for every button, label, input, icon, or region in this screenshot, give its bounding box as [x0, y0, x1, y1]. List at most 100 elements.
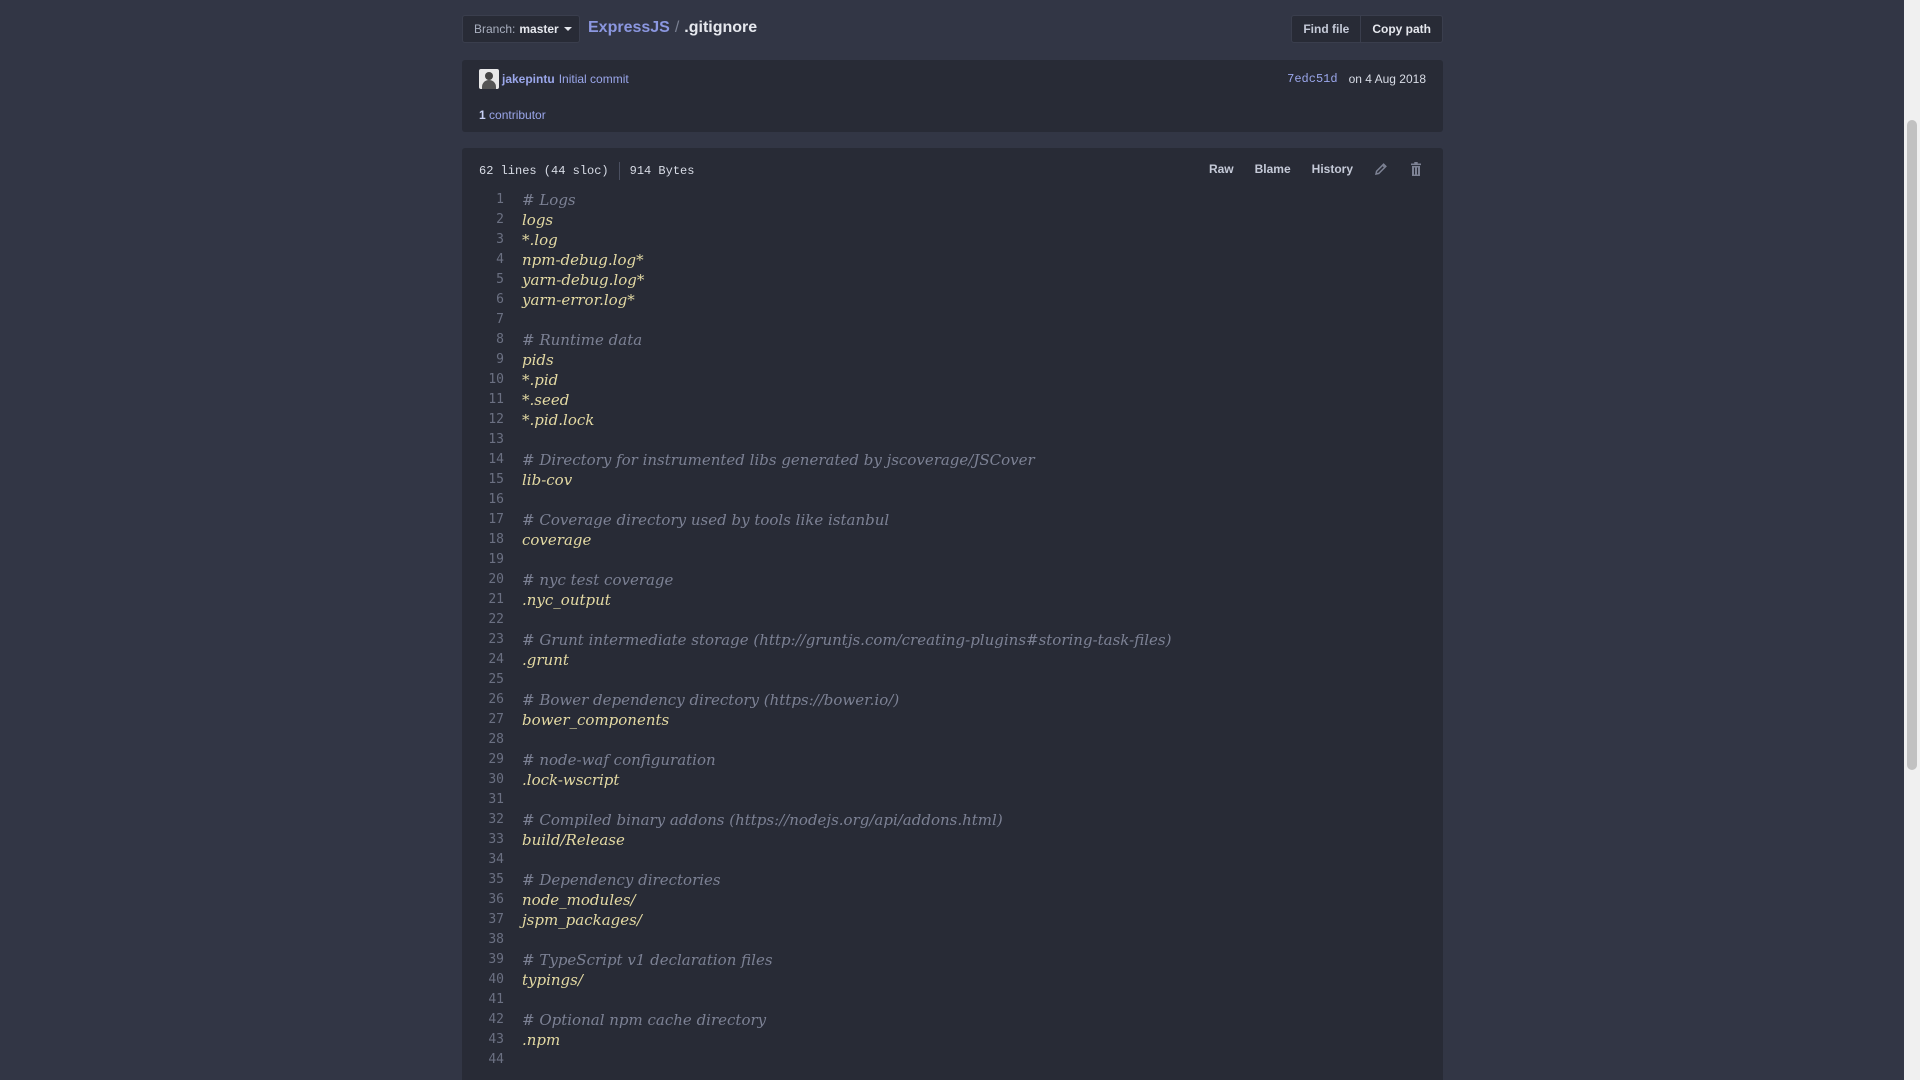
line-number[interactable]: 37: [462, 910, 504, 930]
file-info-divider: [618, 162, 620, 180]
branch-select-button[interactable]: Branch: master: [462, 15, 580, 43]
line-content: yarn-debug.log*: [522, 271, 645, 289]
code-line: 34: [462, 850, 1443, 870]
line-number[interactable]: 27: [462, 710, 504, 730]
line-content: # Logs: [522, 191, 576, 209]
vertical-scrollbar[interactable]: [1904, 0, 1920, 1080]
line-number[interactable]: 17: [462, 510, 504, 530]
code-line: 21 .nyc_output: [462, 590, 1443, 610]
scrollbar-thumb[interactable]: [1907, 120, 1917, 770]
code-line: 22: [462, 610, 1443, 630]
code-line: 3 *.log: [462, 230, 1443, 250]
line-content: npm-debug.log*: [522, 251, 644, 269]
code-line: 39 # TypeScript v1 declaration files: [462, 950, 1443, 970]
line-content: *.pid.lock: [522, 411, 595, 429]
code-line: 5 yarn-debug.log*: [462, 270, 1443, 290]
line-number[interactable]: 5: [462, 270, 504, 290]
line-number[interactable]: 2: [462, 210, 504, 230]
commit-row: jakepintu Initial commit 7edc51d on 4 Au…: [479, 69, 1426, 89]
line-number[interactable]: 42: [462, 1010, 504, 1030]
history-button[interactable]: History: [1312, 162, 1353, 176]
code-line: 7: [462, 310, 1443, 330]
code-line: 20 # nyc test coverage: [462, 570, 1443, 590]
line-number[interactable]: 10: [462, 370, 504, 390]
line-number[interactable]: 36: [462, 890, 504, 910]
code-line: 26 # Bower dependency directory (https://…: [462, 690, 1443, 710]
file-lines-info: 62 lines (44 sloc): [479, 164, 609, 178]
contributors-link[interactable]: 1 contributor: [479, 108, 546, 122]
code-line: 9 pids: [462, 350, 1443, 370]
line-content: # Dependency directories: [522, 871, 721, 889]
line-number[interactable]: 32: [462, 810, 504, 830]
copy-path-button[interactable]: Copy path: [1360, 15, 1443, 43]
avatar[interactable]: [479, 69, 499, 89]
line-content: [504, 1050, 522, 1070]
line-number[interactable]: 34: [462, 850, 504, 870]
line-content: .lock-wscript: [522, 771, 620, 789]
line-number[interactable]: 19: [462, 550, 504, 570]
trash-icon[interactable]: [1409, 161, 1423, 177]
line-content: [504, 490, 522, 510]
commit-author-link[interactable]: jakepintu: [502, 72, 555, 86]
line-number[interactable]: 14: [462, 450, 504, 470]
line-number[interactable]: 28: [462, 730, 504, 750]
line-number[interactable]: 9: [462, 350, 504, 370]
raw-button[interactable]: Raw: [1209, 162, 1234, 176]
line-content: # Coverage directory used by tools like …: [522, 511, 890, 529]
line-number[interactable]: 3: [462, 230, 504, 250]
line-number[interactable]: 44: [462, 1050, 504, 1070]
line-number[interactable]: 25: [462, 670, 504, 690]
line-content: logs: [522, 211, 554, 229]
code-line: 15 lib-cov: [462, 470, 1443, 490]
pencil-icon[interactable]: [1374, 161, 1388, 177]
line-number[interactable]: 7: [462, 310, 504, 330]
commit-tease: jakepintu Initial commit 7edc51d on 4 Au…: [462, 60, 1443, 132]
line-content: # TypeScript v1 declaration files: [522, 951, 773, 969]
line-number[interactable]: 40: [462, 970, 504, 990]
breadcrumb-repo-link[interactable]: ExpressJS: [588, 19, 670, 36]
line-content: coverage: [522, 531, 592, 549]
line-number[interactable]: 18: [462, 530, 504, 550]
line-number[interactable]: 6: [462, 290, 504, 310]
code-line: 11 *.seed: [462, 390, 1443, 410]
line-content: *.log: [522, 231, 558, 249]
branch-label: Branch:: [474, 22, 516, 36]
line-number[interactable]: 33: [462, 830, 504, 850]
code-line: 36 node_modules/: [462, 890, 1443, 910]
line-number[interactable]: 24: [462, 650, 504, 670]
breadcrumb-separator: /: [674, 19, 680, 36]
line-number[interactable]: 43: [462, 1030, 504, 1050]
code-line: 17 # Coverage directory used by tools lik…: [462, 510, 1443, 530]
code-line: 18 coverage: [462, 530, 1443, 550]
line-number[interactable]: 31: [462, 790, 504, 810]
blame-button[interactable]: Blame: [1255, 162, 1291, 176]
line-number[interactable]: 21: [462, 590, 504, 610]
line-number[interactable]: 22: [462, 610, 504, 630]
commit-sha-link[interactable]: 7edc51d: [1287, 72, 1337, 86]
line-number[interactable]: 23: [462, 630, 504, 650]
find-file-button[interactable]: Find file: [1291, 15, 1362, 43]
line-number[interactable]: 29: [462, 750, 504, 770]
line-number[interactable]: 11: [462, 390, 504, 410]
line-number[interactable]: 1: [462, 190, 504, 210]
commit-message-link[interactable]: Initial commit: [559, 72, 629, 86]
line-number[interactable]: 20: [462, 570, 504, 590]
line-content: # Bower dependency directory (https://bo…: [522, 691, 900, 709]
line-number[interactable]: 35: [462, 870, 504, 890]
line-number[interactable]: 8: [462, 330, 504, 350]
line-number[interactable]: 38: [462, 930, 504, 950]
line-content: .npm: [522, 1031, 561, 1049]
line-content: .grunt: [522, 651, 569, 669]
avatar-body: [482, 80, 496, 89]
line-number[interactable]: 13: [462, 430, 504, 450]
line-number[interactable]: 26: [462, 690, 504, 710]
line-number[interactable]: 41: [462, 990, 504, 1010]
line-number[interactable]: 4: [462, 250, 504, 270]
line-number[interactable]: 16: [462, 490, 504, 510]
line-number[interactable]: 12: [462, 410, 504, 430]
code-line: 43 .npm: [462, 1030, 1443, 1050]
code-blob: 1 # Logs 2 logs 3 *.log 4 npm-debug.log* 5 yarn-d…: [462, 190, 1443, 1070]
line-number[interactable]: 15: [462, 470, 504, 490]
line-number[interactable]: 39: [462, 950, 504, 970]
line-number[interactable]: 30: [462, 770, 504, 790]
